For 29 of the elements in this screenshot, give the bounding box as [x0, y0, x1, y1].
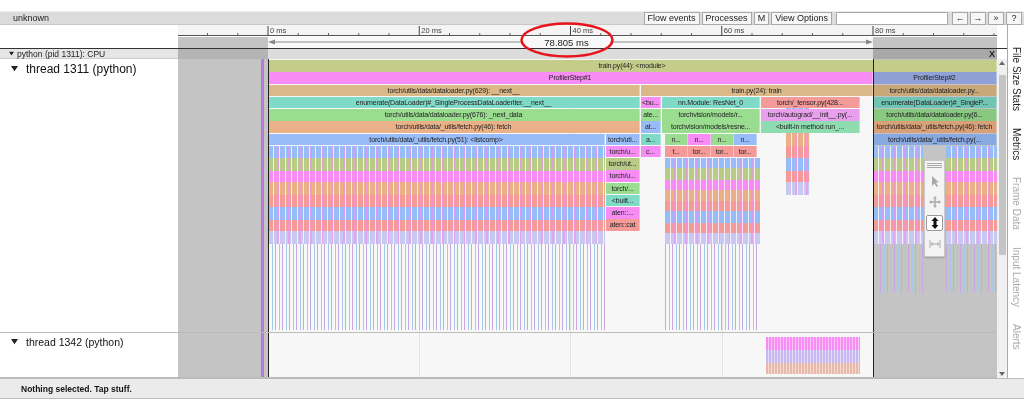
scrollbar-thumb[interactable] — [998, 75, 1006, 255]
grip-icon[interactable] — [927, 163, 942, 168]
thread-label: thread 1342 (python) — [26, 336, 124, 348]
side-tab[interactable]: Metrics — [1010, 127, 1022, 161]
move-arrows-icon — [928, 196, 941, 208]
expand-toggle-icon[interactable] — [11, 65, 18, 72]
side-tab[interactable]: File Size Stats — [1010, 47, 1022, 111]
nav-button[interactable]: → — [970, 11, 986, 25]
scroll-up-icon[interactable] — [999, 61, 1005, 65]
status-message: Nothing selected. Tap stuff. — [21, 383, 132, 394]
nav-button[interactable]: ← — [952, 11, 968, 25]
close-button[interactable]: X — [989, 49, 997, 59]
search-field[interactable] — [836, 11, 948, 25]
toolbar-button[interactable]: Processes — [701, 11, 752, 25]
range-duration-label: 78.805 ms — [544, 36, 589, 48]
scrollbar[interactable] — [997, 59, 1007, 378]
expand-toggle-icon[interactable] — [9, 51, 14, 56]
expand-toggle-icon[interactable] — [11, 338, 18, 345]
thread-label: thread 1311 (python) — [26, 62, 137, 76]
toolbar-button[interactable]: M — [753, 11, 770, 25]
nav-button[interactable]: » — [988, 11, 1004, 25]
toolbar-button[interactable]: View Options — [771, 11, 832, 25]
process-label: python (pid 1311): CPU — [17, 48, 106, 59]
toolbar-button[interactable]: Flow events — [643, 11, 700, 25]
nav-button[interactable]: ? — [1006, 11, 1022, 25]
scroll-down-icon[interactable] — [999, 372, 1005, 376]
zoom-mode-button[interactable] — [926, 215, 943, 231]
horizontal-measure-icon — [928, 238, 941, 250]
window-title: unknown — [13, 13, 51, 23]
